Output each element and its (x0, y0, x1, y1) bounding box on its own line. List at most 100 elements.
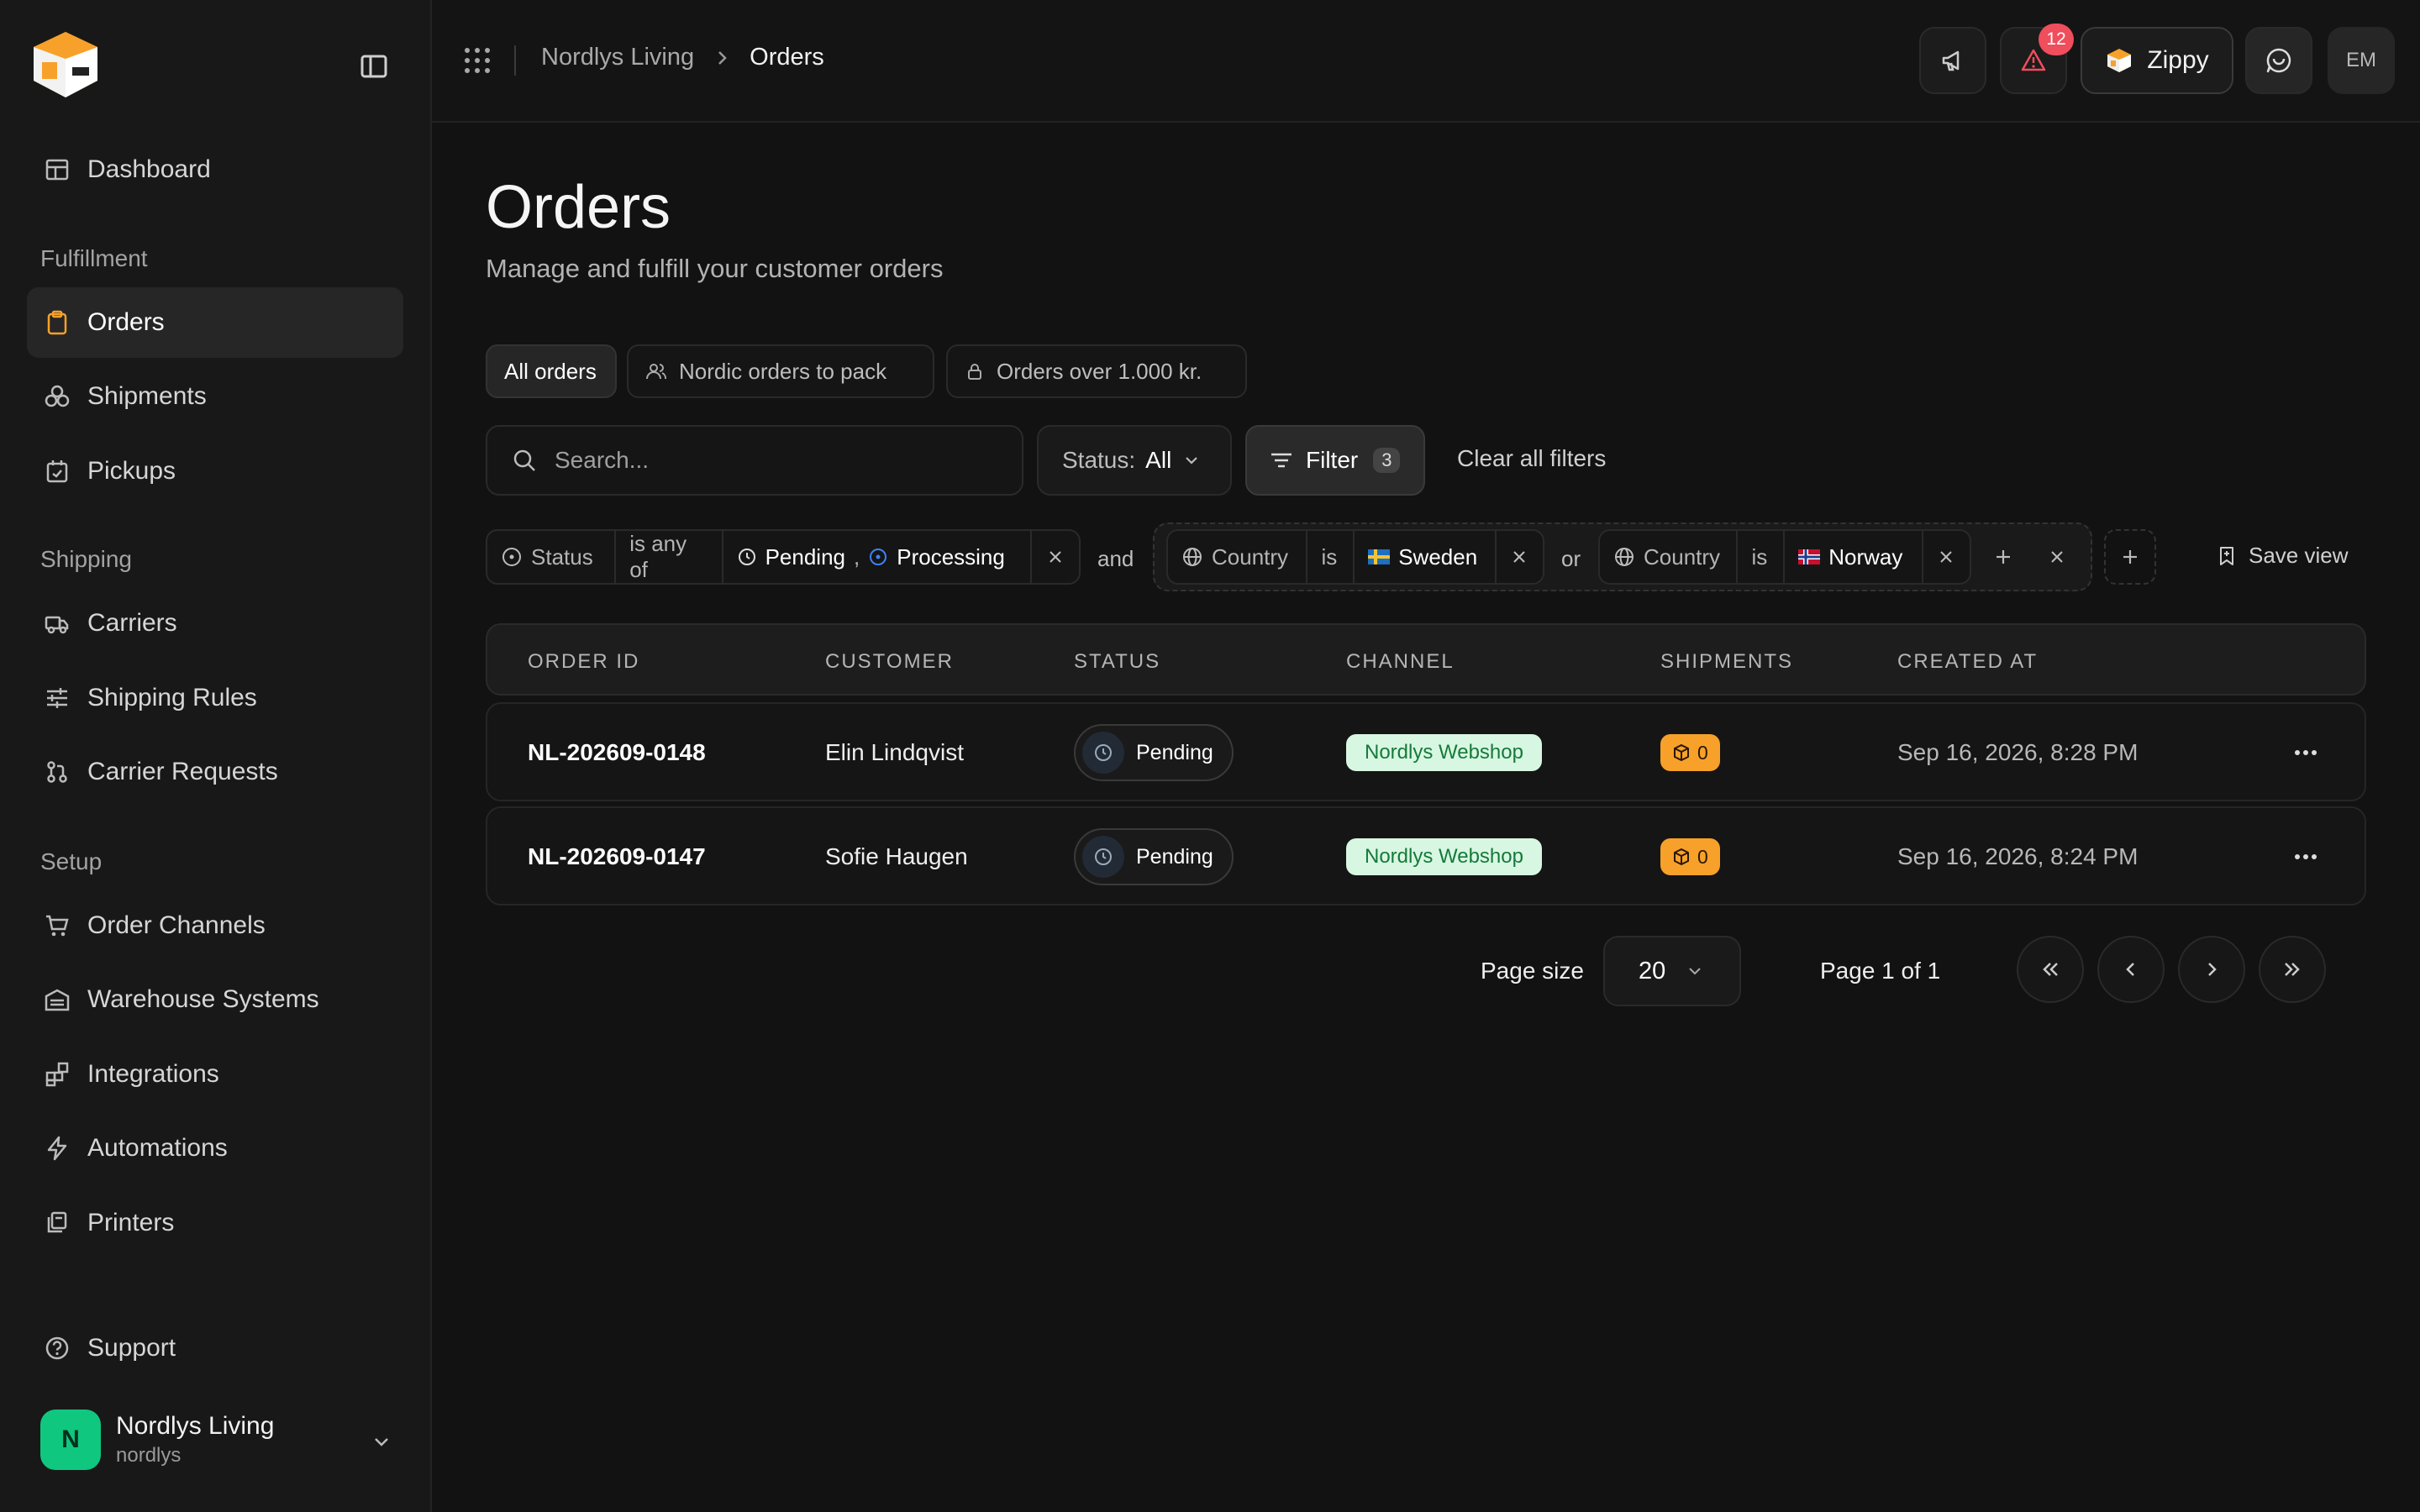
row-actions-button[interactable] (2279, 840, 2333, 874)
status-select-value: All (1145, 447, 1172, 473)
chevron-down-icon (1181, 450, 1202, 470)
first-page-button[interactable] (2017, 936, 2084, 1003)
chevron-left-icon (2118, 957, 2144, 982)
remove-group-button[interactable] (2032, 529, 2082, 585)
sidebar-item-integrations[interactable]: Integrations (27, 1039, 403, 1110)
announcements-button[interactable] (1919, 27, 1986, 94)
remove-filter-button[interactable] (1032, 531, 1079, 583)
save-view-button[interactable]: Save view (2217, 543, 2349, 569)
filter-field[interactable]: Country (1168, 531, 1308, 583)
truck-icon (44, 610, 71, 637)
sidebar-item-support[interactable]: Support (27, 1313, 403, 1383)
app-logo[interactable] (27, 25, 104, 102)
plus-icon (2120, 547, 2140, 567)
zippy-assistant-button[interactable]: Zippy (2081, 27, 2233, 94)
sidebar-item-carriers[interactable]: Carriers (27, 588, 403, 659)
search-box[interactable] (486, 425, 1023, 496)
more-horizontal-icon (2293, 748, 2318, 757)
sidebar-item-carrier-requests[interactable]: Carrier Requests (27, 737, 403, 807)
sidebar-item-label: Shipments (87, 382, 207, 410)
row-actions-button[interactable] (2279, 736, 2333, 769)
filter-operator[interactable]: is (1738, 531, 1786, 583)
view-tab-orders-over[interactable]: Orders over 1.000 kr. (946, 344, 1247, 398)
chevrons-left-icon (2038, 957, 2063, 982)
sidebar-item-warehouse-systems[interactable]: Warehouse Systems (27, 964, 403, 1035)
page-size-select[interactable]: 20 (1603, 936, 1741, 1006)
user-avatar[interactable]: EM (2328, 27, 2395, 94)
filter-connector-and[interactable]: and (1097, 546, 1134, 572)
breadcrumb: Nordlys Living Orders (541, 44, 824, 71)
breadcrumb-current: Orders (750, 44, 824, 71)
norway-flag-icon (1798, 549, 1821, 564)
alerts-button[interactable]: 12 (2000, 24, 2074, 94)
chat-button[interactable] (2245, 27, 2312, 94)
filter-values[interactable]: Sweden (1355, 531, 1497, 583)
filter-field[interactable]: Status (487, 531, 617, 583)
sidebar-item-shipments[interactable]: Shipments (27, 361, 403, 432)
sidebar-item-label: Pickups (87, 457, 176, 485)
help-circle-icon (44, 1335, 71, 1362)
filter-field[interactable]: Country (1600, 531, 1739, 583)
add-filter-group-button[interactable] (2104, 529, 2156, 585)
created-at: Sep 16, 2026, 8:24 PM (1897, 843, 2139, 869)
chevron-right-icon (2199, 957, 2224, 982)
channel-badge: Nordlys Webshop (1346, 734, 1542, 771)
filter-operator[interactable]: is (1307, 531, 1355, 583)
search-input[interactable] (555, 447, 992, 474)
organization-switcher[interactable]: N Nordlys Living nordlys (40, 1408, 393, 1472)
order-id[interactable]: NL-202609-0148 (528, 739, 706, 766)
view-tab-nordic-orders[interactable]: Nordic orders to pack (627, 344, 934, 398)
zippy-logo-icon (2105, 46, 2133, 75)
column-header-channel[interactable]: CHANNEL (1346, 650, 1455, 674)
sidebar-item-order-channels[interactable]: Order Channels (27, 890, 403, 961)
filter-values[interactable]: Norway (1785, 531, 1923, 583)
clipboard-icon (44, 309, 71, 336)
last-page-button[interactable] (2259, 936, 2326, 1003)
apps-grid-icon[interactable] (462, 45, 492, 76)
sidebar-item-dashboard[interactable]: Dashboard (27, 134, 403, 205)
sidebar-item-printers[interactable]: Printers (27, 1188, 403, 1258)
sidebar-item-label: Integrations (87, 1060, 219, 1088)
sidebar-item-automations[interactable]: Automations (27, 1113, 403, 1184)
sidebar-item-label: Printers (87, 1209, 175, 1236)
column-header-shipments[interactable]: SHIPMENTS (1660, 650, 1793, 674)
status-select-label: Status: (1062, 447, 1136, 473)
processing-icon (868, 547, 888, 567)
remove-filter-button[interactable] (1923, 531, 1970, 583)
filter-connector-or[interactable]: or (1561, 546, 1581, 572)
next-page-button[interactable] (2178, 936, 2245, 1003)
warehouse-icon (44, 986, 71, 1013)
order-id[interactable]: NL-202609-0147 (528, 843, 706, 870)
filter-operator[interactable]: is any of (616, 531, 723, 583)
plus-icon (1993, 547, 2013, 567)
filter-field-label: Country (1212, 543, 1289, 570)
megaphone-icon (1939, 47, 1966, 74)
page-title: Orders (486, 174, 671, 241)
sidebar-item-shipping-rules[interactable]: Shipping Rules (27, 663, 403, 733)
country-filter-chip-norway: Country is Norway (1598, 529, 1971, 585)
add-or-condition-button[interactable] (1978, 529, 2028, 585)
shipments-count: 0 (1697, 741, 1708, 764)
filter-button[interactable]: Filter 3 (1245, 425, 1425, 496)
table-row[interactable]: NL-202609-0147 Sofie Haugen Pending Nord… (486, 806, 2366, 906)
view-tab-label: All orders (504, 358, 597, 384)
clear-all-filters-button[interactable]: Clear all filters (1457, 445, 1606, 472)
view-tab-all-orders[interactable]: All orders (486, 344, 617, 398)
filter-field-label: Status (531, 543, 593, 570)
previous-page-button[interactable] (2097, 936, 2165, 1003)
sidebar-item-orders[interactable]: Orders (27, 287, 403, 358)
sidebar-item-pickups[interactable]: Pickups (27, 436, 403, 507)
column-header-created-at[interactable]: CREATED AT (1897, 650, 2038, 674)
table-row[interactable]: NL-202609-0148 Elin Lindqvist Pending No… (486, 702, 2366, 801)
column-header-status[interactable]: STATUS (1074, 650, 1160, 674)
sidebar-item-label: Warehouse Systems (87, 985, 319, 1013)
remove-filter-button[interactable] (1497, 531, 1543, 583)
status-select[interactable]: Status: All (1037, 425, 1232, 496)
git-pull-request-icon (44, 759, 71, 785)
column-header-order-id[interactable]: ORDER ID (528, 650, 639, 674)
filter-values[interactable]: Pending , Processing (723, 531, 1033, 583)
breadcrumb-parent[interactable]: Nordlys Living (541, 44, 694, 71)
column-header-customer[interactable]: CUSTOMER (825, 650, 954, 674)
view-tab-label: Orders over 1.000 kr. (997, 358, 1202, 384)
sidebar-toggle-icon[interactable] (360, 52, 392, 81)
